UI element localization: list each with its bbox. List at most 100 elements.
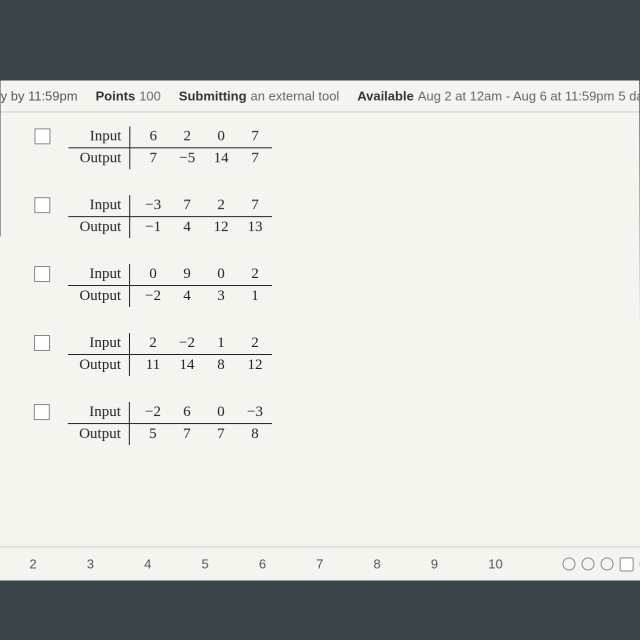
input-row: Input0902: [68, 264, 272, 286]
answer-checkbox[interactable]: [34, 128, 50, 144]
question-row: Input−3727Output−141213: [34, 195, 640, 238]
io-table: Input2−212Output 1114812: [68, 333, 272, 376]
input-label: Input: [68, 402, 130, 423]
output-cell: 12: [238, 355, 272, 376]
page-number[interactable]: 2: [29, 556, 36, 571]
status-dot-icon[interactable]: [563, 557, 576, 570]
input-label: Input: [68, 333, 130, 354]
input-cell: 7: [238, 126, 272, 147]
input-values: 2−212: [130, 333, 272, 354]
status-dots: [563, 557, 640, 571]
answer-checkbox[interactable]: [34, 335, 50, 351]
input-values: −260−3: [130, 402, 272, 423]
page-number[interactable]: 4: [144, 556, 151, 571]
output-cell: 8: [204, 355, 238, 376]
input-values: 0902: [130, 264, 272, 285]
input-label: Input: [68, 195, 130, 216]
output-row: Output5778: [68, 424, 272, 445]
output-label: Output: [68, 286, 130, 307]
output-values: 7−5147: [130, 148, 272, 169]
output-row: Output−2431: [68, 286, 272, 307]
page-number[interactable]: 9: [431, 556, 438, 571]
output-cell: 3: [204, 286, 238, 307]
available: Available Aug 2 at 12am - Aug 6 at 11:59…: [357, 89, 640, 104]
question-row: Input2−212Output 1114812: [34, 333, 640, 376]
input-row: Input−260−3: [68, 402, 272, 424]
input-cell: 2: [238, 333, 272, 354]
output-cell: 1: [238, 286, 272, 307]
output-cell: 14: [170, 355, 204, 376]
page-number[interactable]: 5: [201, 556, 208, 571]
input-row: Input−3727: [68, 195, 272, 217]
input-cell: 0: [204, 402, 238, 423]
io-table: Input−260−3Output5778: [68, 402, 272, 445]
due-date-fragment: y by 11:59pm: [1, 89, 78, 104]
input-cell: 2: [238, 264, 272, 285]
io-table: Input0902Output−2431: [68, 264, 272, 307]
output-cell: 7: [204, 424, 238, 445]
input-label: Input: [68, 264, 130, 285]
output-label: Output: [68, 355, 130, 376]
available-label: Available: [357, 89, 414, 104]
output-values: −2431: [130, 286, 272, 307]
input-cell: 6: [170, 402, 204, 423]
submitting: Submitting an external tool: [179, 89, 339, 104]
status-dot-icon[interactable]: [582, 557, 595, 570]
input-cell: 7: [238, 195, 272, 216]
output-cell: 13: [238, 217, 272, 238]
output-cell: 5: [136, 424, 170, 445]
output-cell: −1: [136, 217, 170, 238]
question-row: Input−260−3Output5778: [34, 402, 640, 445]
page-number[interactable]: 3: [87, 556, 94, 571]
answer-checkbox[interactable]: [34, 404, 50, 420]
page-number[interactable]: 7: [316, 556, 323, 571]
input-cell: 2: [204, 195, 238, 216]
output-values: 5778: [130, 424, 272, 445]
status-square-icon[interactable]: [620, 557, 634, 571]
output-cell: 7: [238, 148, 272, 169]
points: Points 100: [96, 89, 161, 104]
question-row: Input0902Output−2431: [34, 264, 640, 307]
output-cell: 12: [204, 217, 238, 238]
output-label: Output: [68, 217, 130, 238]
input-values: −3727: [130, 195, 272, 216]
due-value: y by 11:59pm: [1, 89, 78, 104]
output-label: Output: [68, 148, 130, 169]
answer-checkbox[interactable]: [34, 266, 50, 282]
input-row: Input2−212: [68, 333, 272, 355]
input-cell: 1: [204, 333, 238, 354]
points-value: 100: [139, 89, 161, 104]
available-value: Aug 2 at 12am - Aug 6 at 11:59pm: [418, 89, 615, 104]
output-cell: 4: [170, 217, 204, 238]
days-fragment: 5 day: [618, 89, 640, 104]
question-list: Input6207Output7−5147Input−3727Output−14…: [0, 112, 640, 485]
page-number[interactable]: 6: [259, 556, 266, 571]
output-values: −141213: [130, 217, 272, 238]
output-cell: −2: [136, 286, 170, 307]
output-cell: 7: [170, 424, 204, 445]
output-cell: 7: [136, 148, 170, 169]
input-cell: 0: [204, 126, 238, 147]
input-cell: −2: [136, 402, 170, 423]
output-cell: 11: [136, 355, 170, 376]
pagination-bar: 2 3 4 5 6 7 8 9 10: [0, 546, 640, 580]
input-cell: −3: [136, 195, 170, 216]
page-number[interactable]: 10: [488, 556, 503, 571]
output-row: Output 1114812: [68, 355, 272, 376]
io-table: Input−3727Output−141213: [68, 195, 272, 238]
output-row: Output−141213: [68, 217, 272, 238]
answer-checkbox[interactable]: [34, 197, 50, 213]
page-number[interactable]: 8: [374, 556, 381, 571]
input-cell: 9: [170, 264, 204, 285]
question-row: Input6207Output7−5147: [34, 126, 639, 169]
points-label: Points: [96, 89, 136, 104]
input-cell: 7: [170, 195, 204, 216]
submitting-label: Submitting: [179, 89, 247, 104]
output-row: Output7−5147: [68, 148, 272, 169]
input-cell: 6: [136, 126, 170, 147]
input-cell: −3: [238, 402, 272, 423]
io-table: Input6207Output7−5147: [68, 126, 272, 169]
output-cell: 14: [204, 148, 238, 169]
submitting-value: an external tool: [251, 89, 340, 104]
status-dot-icon[interactable]: [601, 557, 614, 570]
